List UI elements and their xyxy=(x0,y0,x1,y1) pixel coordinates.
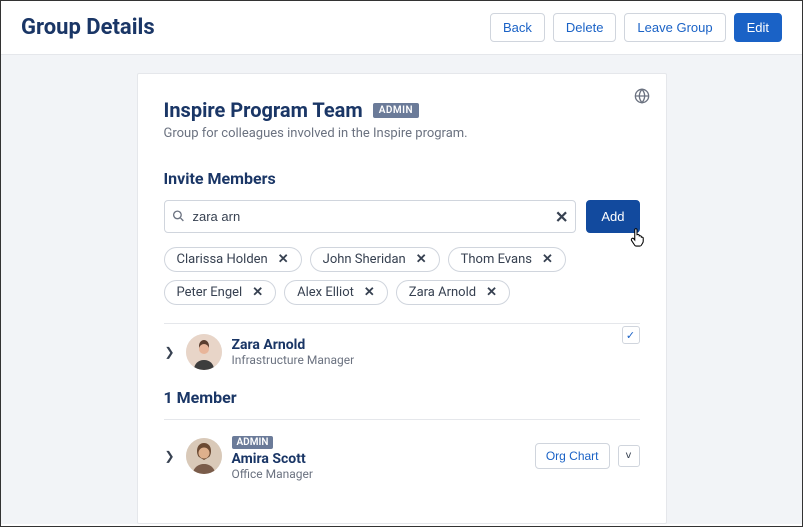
page-title: Group Details xyxy=(21,15,155,40)
selected-chips: Clarissa Holden ✕ John Sheridan ✕ Thom Eva… xyxy=(164,247,640,305)
member-info: Zara Arnold Infrastructure Manager xyxy=(232,337,640,367)
group-name: Inspire Program Team xyxy=(164,98,363,122)
chip: Clarissa Holden ✕ xyxy=(164,247,302,272)
invite-search-row: ✕ Add xyxy=(164,200,640,233)
member-row-actions: Org Chart ⅴ xyxy=(535,443,640,469)
avatar xyxy=(186,438,222,474)
member-name: Amira Scott xyxy=(232,451,525,467)
add-button[interactable]: Add xyxy=(586,200,639,233)
chip-remove-icon[interactable]: ✕ xyxy=(278,252,289,267)
chip-label: Clarissa Holden xyxy=(177,252,268,267)
org-chart-button[interactable]: Org Chart xyxy=(535,443,610,469)
chip-label: Thom Evans xyxy=(461,252,532,267)
admin-badge: ADMIN xyxy=(373,103,419,118)
chip-remove-icon[interactable]: ✕ xyxy=(364,285,375,300)
chip: Thom Evans ✕ xyxy=(448,247,566,272)
chip-label: John Sheridan xyxy=(323,252,406,267)
chip-remove-icon[interactable]: ✕ xyxy=(252,285,263,300)
member-name: Zara Arnold xyxy=(232,337,640,353)
member-menu-dropdown[interactable]: ⅴ xyxy=(618,445,640,467)
group-header: Inspire Program Team ADMIN xyxy=(164,98,640,122)
group-description: Group for colleagues involved in the Ins… xyxy=(164,126,640,141)
chip-label: Zara Arnold xyxy=(409,285,476,300)
chip: Peter Engel ✕ xyxy=(164,280,277,305)
chip-label: Peter Engel xyxy=(177,285,243,300)
delete-button[interactable]: Delete xyxy=(553,13,617,42)
member-search-input[interactable] xyxy=(164,200,577,233)
member-admin-badge: ADMIN xyxy=(232,436,274,449)
selected-check-icon[interactable]: ✓ xyxy=(622,326,640,344)
clear-search-icon[interactable]: ✕ xyxy=(555,207,568,226)
back-button[interactable]: Back xyxy=(490,13,545,42)
chip-remove-icon[interactable]: ✕ xyxy=(416,252,427,267)
member-row: ❯ ADMIN Amira Scott Office Manager Org C… xyxy=(164,420,640,491)
member-info: ADMIN Amira Scott Office Manager xyxy=(232,430,525,481)
chip: John Sheridan ✕ xyxy=(310,247,440,272)
chip-label: Alex Elliot xyxy=(297,285,354,300)
search-result-row: ❯ Zara Arnold Infrastructure Manager ✓ xyxy=(164,324,640,380)
group-card: Inspire Program Team ADMIN Group for col… xyxy=(137,73,667,524)
invite-section-title: Invite Members xyxy=(164,169,640,188)
header-bar: Group Details Back Delete Leave Group Ed… xyxy=(1,1,802,55)
header-actions: Back Delete Leave Group Edit xyxy=(490,13,782,42)
edit-button[interactable]: Edit xyxy=(734,13,782,42)
chip: Alex Elliot ✕ xyxy=(284,280,388,305)
chip: Zara Arnold ✕ xyxy=(396,280,510,305)
member-role: Office Manager xyxy=(232,467,525,481)
content-area: Inspire Program Team ADMIN Group for col… xyxy=(1,55,802,524)
chip-remove-icon[interactable]: ✕ xyxy=(486,285,497,300)
avatar xyxy=(186,334,222,370)
member-role: Infrastructure Manager xyxy=(232,353,640,367)
chevron-down-icon: ⅴ xyxy=(626,450,632,461)
leave-group-button[interactable]: Leave Group xyxy=(624,13,725,42)
expand-caret-icon[interactable]: ❯ xyxy=(164,345,176,359)
globe-icon xyxy=(634,88,650,108)
member-count-title: 1 Member xyxy=(164,388,640,407)
expand-caret-icon[interactable]: ❯ xyxy=(164,449,176,463)
chip-remove-icon[interactable]: ✕ xyxy=(542,252,553,267)
search-wrapper: ✕ xyxy=(164,200,577,233)
